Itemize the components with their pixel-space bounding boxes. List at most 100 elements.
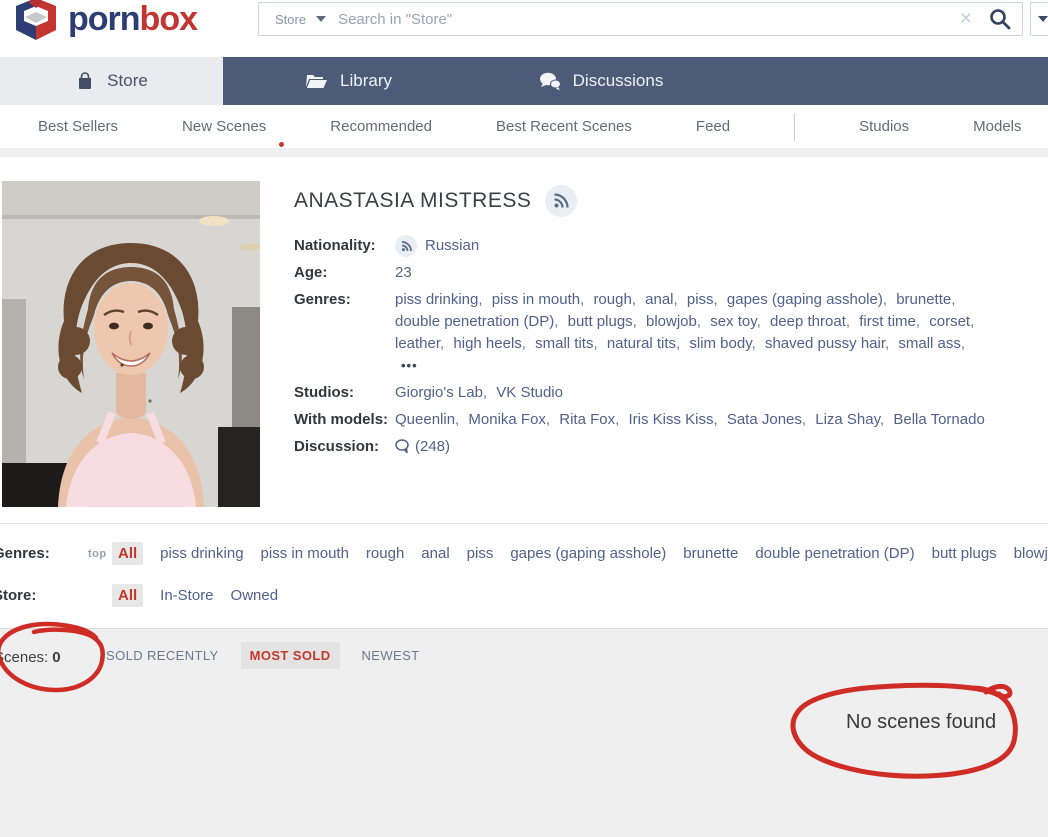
sort-options: SOLD RECENTLY MOST SOLD NEWEST (106, 642, 420, 669)
genre-filter-option[interactable]: blowjob (1014, 545, 1048, 562)
nationality-row: Nationality: Russian (294, 235, 994, 258)
subnav-link[interactable]: New Scenes (182, 118, 266, 135)
genre-link[interactable]: deep throat (770, 313, 846, 330)
genre-filter-option[interactable]: brunette (683, 545, 738, 562)
studios-label: Studios: (294, 384, 354, 402)
genre-link[interactable]: gapes (gaping asshole) (727, 291, 883, 308)
sort-option[interactable]: SOLD RECENTLY (106, 648, 219, 663)
separator: , (676, 335, 685, 353)
studios-value: Giorgio's Lab, VK Studio (395, 382, 994, 404)
genre-filter-option[interactable]: butt plugs (932, 545, 997, 562)
separator: , (545, 411, 555, 429)
scenes-count: Scenes:0 (0, 649, 61, 666)
results-section: Scenes:0 SOLD RECENTLY MOST SOLD NEWEST No… (0, 628, 1048, 837)
sort-option[interactable]: NEWEST (362, 648, 420, 663)
genre-link[interactable]: natural tits (607, 335, 676, 352)
genre-link[interactable]: rough (593, 291, 631, 308)
separator: , (880, 411, 889, 429)
genres-row: Genres: piss drinking, piss in mouth, ro… (294, 289, 994, 377)
genre-link[interactable]: piss drinking (395, 291, 478, 308)
age-row: Age: 23 (294, 262, 994, 284)
genre-link[interactable]: sex toy (710, 313, 756, 330)
separator: , (951, 291, 956, 309)
discussion-label: Discussion: (294, 438, 380, 456)
model-link[interactable]: Rita Fox (559, 411, 615, 428)
logo-text-porn: porn (68, 0, 141, 38)
store-filter-option[interactable]: All (112, 584, 144, 607)
model-link[interactable]: Liza Shay (815, 411, 880, 428)
separator: , (554, 313, 563, 331)
genre-filter-option[interactable]: All (112, 542, 144, 565)
subnav-link[interactable]: Best Recent Scenes (496, 118, 632, 135)
separator: , (915, 313, 925, 331)
search-button[interactable] (988, 7, 1012, 31)
more-genres-button[interactable]: ••• (401, 358, 418, 373)
genre-filter-option[interactable]: piss drinking (160, 545, 243, 562)
genre-link[interactable]: corset (929, 313, 970, 330)
genre-link[interactable]: piss (687, 291, 714, 308)
genre-filter-option[interactable]: anal (421, 545, 449, 562)
model-link[interactable]: Sata Jones (727, 411, 802, 428)
search-bar: Store × (258, 2, 1023, 36)
genre-link[interactable]: small tits (535, 335, 593, 352)
subnav-link[interactable]: Best Sellers (38, 118, 118, 135)
genre-link[interactable]: small ass (898, 335, 961, 352)
tab-store[interactable]: Store (0, 57, 223, 105)
rss-subscribe-button[interactable] (545, 185, 578, 217)
genre-link[interactable]: anal (645, 291, 673, 308)
search-scope-label: Store (275, 11, 307, 27)
age-value: 23 (395, 264, 412, 282)
genre-link[interactable]: leather (395, 335, 440, 352)
sort-option[interactable]: MOST SOLD (240, 642, 340, 669)
separator: , (580, 291, 589, 309)
studio-link[interactable]: VK Studio (496, 384, 563, 401)
genre-filter-option[interactable]: piss (467, 545, 494, 562)
genre-link[interactable]: brunette (896, 291, 951, 308)
nationality-feed-button[interactable] (395, 235, 417, 258)
model-link[interactable]: Monika Fox (468, 411, 546, 428)
subnav-link[interactable]: Recommended (330, 118, 432, 135)
discussion-count-link[interactable]: (248) (415, 438, 450, 455)
genre-link[interactable]: piss in mouth (492, 291, 580, 308)
separator: , (713, 411, 722, 429)
genre-filter-option[interactable]: double penetration (DP) (755, 545, 914, 562)
genre-link[interactable]: slim body (689, 335, 751, 352)
separator: , (631, 291, 641, 309)
tab-discussions[interactable]: Discussions (475, 57, 727, 105)
tab-library[interactable]: Library (223, 57, 475, 105)
separator: , (970, 313, 975, 331)
nationality-link[interactable]: Russian (425, 237, 479, 254)
subnav-link[interactable]: Studios (859, 118, 909, 135)
store-filter-option[interactable]: Owned (231, 587, 279, 604)
model-link[interactable]: Bella Tornado (893, 411, 984, 428)
genre-link[interactable]: shaved pussy hair (765, 335, 885, 352)
genre-filter-option[interactable]: piss in mouth (261, 545, 349, 562)
genre-link[interactable]: double penetration (DP) (395, 313, 554, 330)
genre-filter-option[interactable]: gapes (gaping asshole) (510, 545, 666, 562)
separator: , (756, 313, 765, 331)
studio-link[interactable]: Giorgio's Lab (395, 384, 483, 401)
genre-link[interactable]: high heels (453, 335, 521, 352)
genres-list: piss drinking, piss in mouth, rough, ana… (395, 291, 979, 352)
subnav-link[interactable]: Feed (696, 118, 730, 135)
model-link[interactable]: Iris Kiss Kiss (628, 411, 713, 428)
store-filter-option[interactable]: In-Store (160, 587, 213, 604)
account-dropdown[interactable] (1030, 2, 1048, 36)
subnav-link[interactable]: Models (973, 118, 1021, 135)
model-link[interactable]: Queenlin (395, 411, 455, 428)
search-scope-dropdown[interactable]: Store (259, 12, 338, 27)
scenes-count-value: 0 (52, 649, 61, 666)
model-info: Nationality: Russian Age: 23 Genres: pis… (294, 235, 994, 463)
separator: , (440, 335, 449, 353)
empty-results-message: No scenes found (846, 711, 997, 733)
tab-library-label: Library (340, 71, 392, 90)
genre-link[interactable]: blowjob (646, 313, 697, 330)
with-models-row: With models: Queenlin, Monika Fox, Rita … (294, 409, 994, 431)
logo[interactable]: pornbox (12, 0, 198, 42)
search-input[interactable] (338, 10, 952, 28)
genre-filter-option[interactable]: rough (366, 545, 404, 562)
genre-link[interactable]: butt plugs (568, 313, 633, 330)
clear-search-icon[interactable]: × (960, 8, 972, 29)
genre-link[interactable]: first time (859, 313, 916, 330)
separator: , (845, 313, 855, 331)
